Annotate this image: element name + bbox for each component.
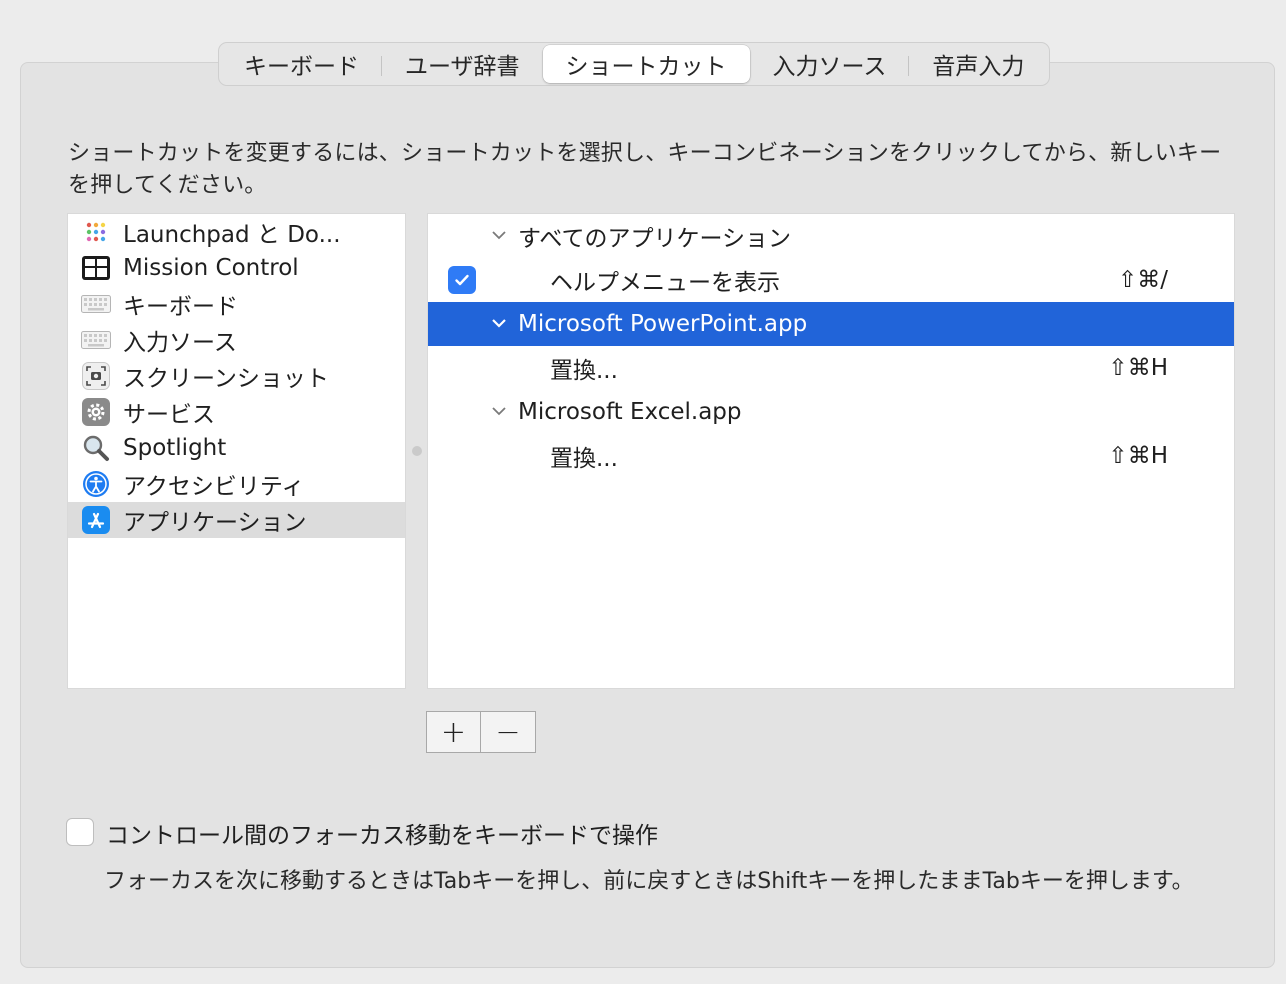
- tab-bar: キーボード ユーザ辞書 ショートカット 入力ソース 音声入力: [218, 42, 1051, 86]
- instructions-text: ショートカットを変更するには、ショートカットを選択し、キーコンビネーションをクリ…: [68, 141, 1222, 198]
- split-view-handle[interactable]: [412, 446, 422, 456]
- app-store-icon: [81, 505, 111, 535]
- category-label: キーボード: [123, 294, 238, 320]
- keyboard-icon: [81, 325, 111, 355]
- category-item-services[interactable]: サービス: [68, 394, 405, 430]
- category-item-keyboard[interactable]: キーボード: [68, 286, 405, 322]
- shortcut-label: ヘルプメニューを表示: [550, 270, 780, 296]
- category-label: Spotlight: [123, 435, 227, 461]
- category-item-screenshot[interactable]: スクリーンショット: [68, 358, 405, 394]
- category-item-spotlight[interactable]: Spotlight: [68, 430, 405, 466]
- tab-shortcuts[interactable]: ショートカット: [542, 45, 750, 83]
- tab-dictation[interactable]: 音声入力: [909, 45, 1047, 83]
- shortcut-label: 置換...: [550, 358, 618, 384]
- shortcut-item-excel-replace[interactable]: 置換... ⇧⌘H: [428, 434, 1234, 478]
- shortcut-key-combo[interactable]: ⇧⌘H: [1108, 443, 1168, 469]
- accessibility-icon: [81, 469, 111, 499]
- shortcut-group-label: すべてのアプリケーション: [518, 226, 792, 252]
- add-shortcut-button[interactable]: +: [427, 712, 481, 752]
- shortcut-group-powerpoint[interactable]: Microsoft PowerPoint.app: [428, 302, 1234, 346]
- category-label: サービス: [123, 402, 215, 428]
- chevron-down-icon[interactable]: [490, 314, 508, 332]
- launchpad-icon: [81, 217, 111, 247]
- tab-input-sources[interactable]: 入力ソース: [750, 45, 910, 83]
- shortcut-group-all-apps[interactable]: すべてのアプリケーション: [428, 214, 1234, 258]
- shortcut-key-combo[interactable]: ⇧⌘/: [1118, 267, 1168, 293]
- keyboard-navigation-checkbox[interactable]: [66, 818, 94, 846]
- remove-shortcut-button[interactable]: −: [481, 712, 535, 752]
- category-item-input-sources[interactable]: 入力ソース: [68, 322, 405, 358]
- screenshot-icon: [81, 361, 111, 391]
- chevron-down-icon[interactable]: [490, 226, 508, 244]
- category-label: 入力ソース: [123, 330, 237, 356]
- shortcut-label: 置換...: [550, 446, 618, 472]
- keyboard-navigation-hint: フォーカスを次に移動するときはTabキーを押し、前に戻すときはShiftキーを押…: [104, 869, 1194, 894]
- shortcut-enabled-checkbox[interactable]: [448, 266, 476, 294]
- keyboard-icon: [81, 289, 111, 319]
- category-item-mission-control[interactable]: Mission Control: [68, 250, 405, 286]
- category-label: Mission Control: [123, 255, 299, 281]
- category-label: アクセシビリティ: [123, 474, 305, 500]
- shortcut-group-label: Microsoft Excel.app: [518, 399, 742, 425]
- category-label: Launchpad と Do...: [123, 222, 341, 248]
- shortcut-item-powerpoint-replace[interactable]: 置換... ⇧⌘H: [428, 346, 1234, 390]
- category-list: Launchpad と Do... Mission Control キーボード: [67, 213, 406, 689]
- shortcut-list: すべてのアプリケーション ヘルプメニューを表示 ⇧⌘/ Microsoft Po…: [427, 213, 1235, 689]
- category-label: スクリーンショット: [123, 366, 329, 392]
- tab-keyboard[interactable]: キーボード: [221, 45, 382, 83]
- shortcut-group-excel[interactable]: Microsoft Excel.app: [428, 390, 1234, 434]
- mission-control-icon: [81, 253, 111, 283]
- shortcut-group-label: Microsoft PowerPoint.app: [518, 311, 808, 337]
- keyboard-navigation-label[interactable]: コントロール間のフォーカス移動をキーボードで操作: [106, 816, 658, 850]
- category-label: アプリケーション: [123, 510, 307, 536]
- category-item-launchpad[interactable]: Launchpad と Do...: [68, 214, 405, 250]
- shortcut-key-combo[interactable]: ⇧⌘H: [1108, 355, 1168, 381]
- tab-user-dictionary[interactable]: ユーザ辞書: [382, 45, 543, 83]
- add-remove-control: + −: [426, 711, 536, 753]
- category-item-accessibility[interactable]: アクセシビリティ: [68, 466, 405, 502]
- magnifier-icon: [81, 433, 111, 463]
- category-item-applications[interactable]: アプリケーション: [68, 502, 405, 538]
- checkmark-icon: [455, 274, 469, 286]
- shortcut-item-help-menu[interactable]: ヘルプメニューを表示 ⇧⌘/: [428, 258, 1234, 302]
- chevron-down-icon[interactable]: [490, 402, 508, 420]
- gear-icon: [81, 397, 111, 427]
